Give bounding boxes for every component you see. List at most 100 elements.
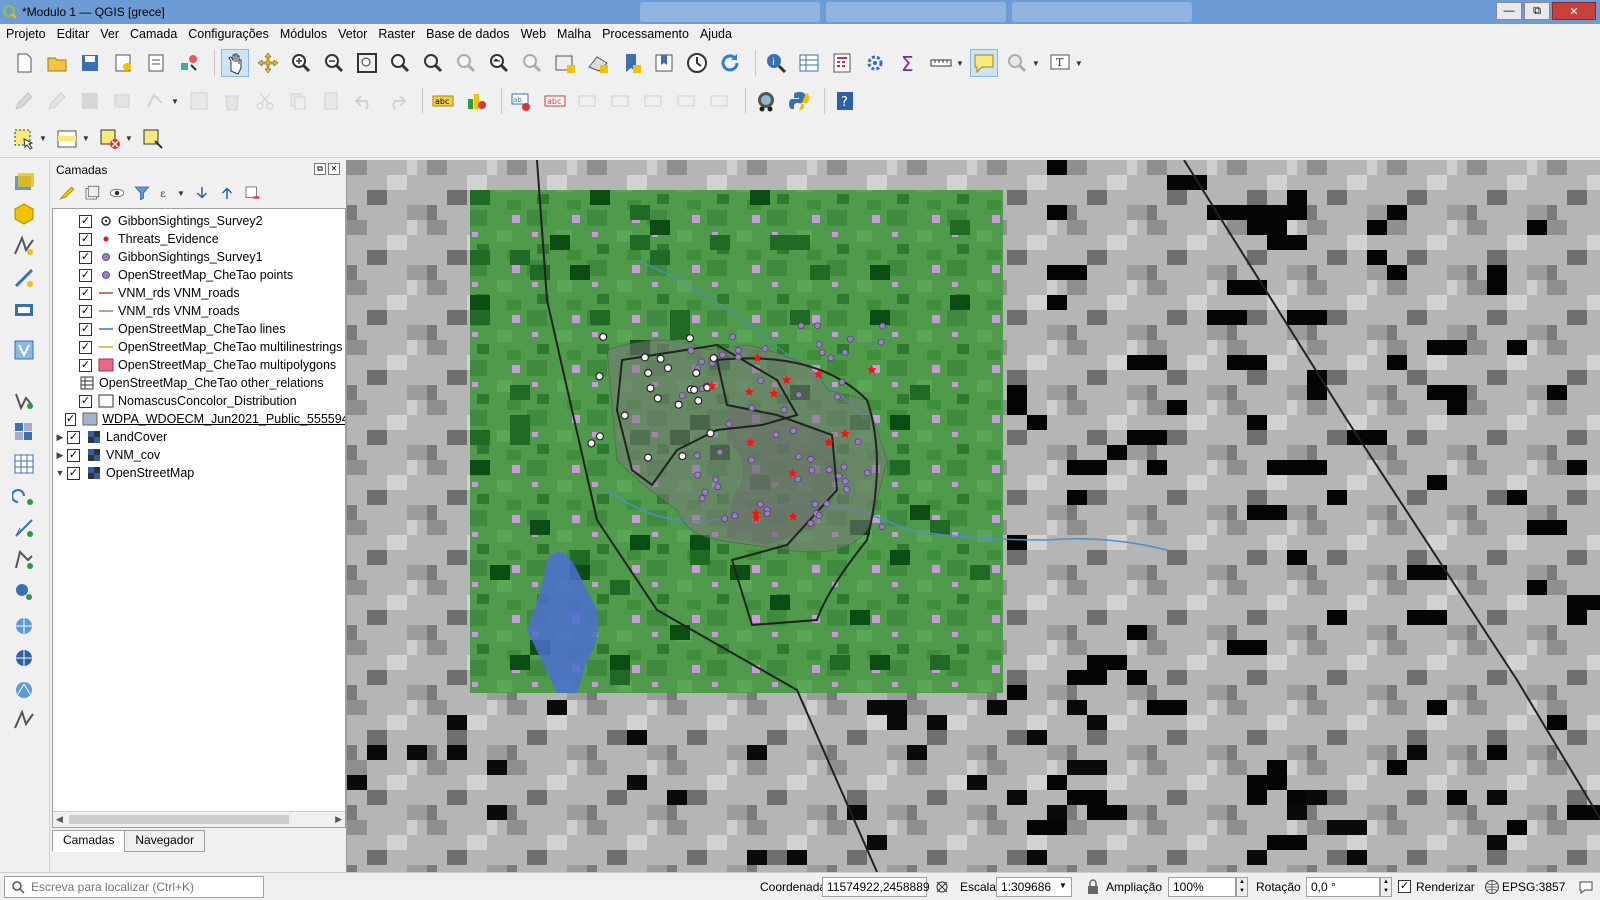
tab-camadas[interactable]: Camadas: [52, 830, 126, 852]
zoom-to-selection-icon[interactable]: [386, 49, 414, 77]
expand-all-icon[interactable]: [191, 182, 213, 204]
layer-row[interactable]: ▼ ✓ OpenStreetMap: [53, 464, 345, 482]
help-icon[interactable]: ?: [831, 87, 859, 115]
map-render[interactable]: [347, 160, 1600, 872]
layer-visibility-checkbox[interactable]: ✓: [67, 448, 80, 462]
filter-by-expression-icon[interactable]: ε: [156, 182, 178, 204]
scrollbar-thumb[interactable]: [69, 815, 289, 824]
zoom-in-icon[interactable]: [287, 49, 315, 77]
layer-row[interactable]: OpenStreetMap_CheTao other_relations: [53, 374, 345, 392]
new-3d-map-view-icon[interactable]: [584, 49, 612, 77]
annotation-dropdown-icon[interactable]: ▼: [1075, 59, 1083, 68]
zoom-next-icon[interactable]: [518, 49, 546, 77]
layer-visibility-checkbox[interactable]: ✓: [79, 214, 92, 228]
add-virtual-layer-icon[interactable]: [10, 336, 38, 364]
tab-navegador[interactable]: Navegador: [124, 830, 206, 852]
render-checkbox[interactable]: ✓: [1398, 880, 1411, 893]
toggle-editing-icon[interactable]: [43, 87, 71, 115]
magnifier-spinner[interactable]: ▲ ▼: [1236, 877, 1248, 897]
expand-arrow-icon[interactable]: ▶: [53, 450, 67, 461]
new-map-view-icon[interactable]: [551, 49, 579, 77]
zoom-native-icon[interactable]: [452, 49, 480, 77]
layer-visibility-checkbox[interactable]: ✓: [79, 358, 92, 372]
rotation-spinner[interactable]: ▲ ▼: [1380, 877, 1392, 897]
layer-visibility-checkbox[interactable]: ✓: [79, 268, 92, 282]
menu-ajuda[interactable]: Ajuda: [700, 27, 732, 41]
new-print-layout-icon[interactable]: [109, 49, 137, 77]
layer-row[interactable]: ✓ WDPA_WDOECM_Jun2021_Public_555594: [53, 410, 345, 428]
current-edits-icon[interactable]: [10, 87, 38, 115]
collapse-all-icon[interactable]: [216, 182, 238, 204]
plugin-globe-icon[interactable]: [752, 87, 780, 115]
layer-visibility-checkbox[interactable]: ✓: [79, 322, 92, 336]
filter-legend-icon[interactable]: [131, 182, 153, 204]
add-pointcloud-layer-icon[interactable]: [10, 514, 38, 542]
zoom-to-layer-icon[interactable]: [419, 49, 447, 77]
cut-features-icon[interactable]: [251, 87, 279, 115]
new-geopackage-icon[interactable]: [10, 200, 38, 228]
coordinate-field[interactable]: 11574922,2458889: [822, 877, 930, 897]
style-panel-icon[interactable]: [56, 182, 78, 204]
layer-row[interactable]: ✓ OpenStreetMap_CheTao points: [53, 266, 345, 284]
layout-manager-icon[interactable]: [142, 49, 170, 77]
open-field-calculator-icon[interactable]: [828, 49, 856, 77]
locator-search-input[interactable]: Escreva para localizar (Ctrl+K): [4, 876, 264, 898]
layer-visibility-checkbox[interactable]: ✓: [67, 466, 80, 480]
map-tips-icon[interactable]: [969, 49, 998, 77]
layer-labeling-icon[interactable]: abc: [429, 87, 457, 115]
move-label-icon[interactable]: [607, 87, 635, 115]
text-annotation-icon[interactable]: T: [1046, 49, 1074, 77]
identify-features-icon[interactable]: i: [762, 49, 790, 77]
new-bookmark-icon[interactable]: [617, 49, 645, 77]
layer-visibility-checkbox[interactable]: ✓: [79, 340, 92, 354]
add-postgis-layer-icon[interactable]: [10, 546, 38, 574]
layer-diagram-icon[interactable]: [462, 87, 490, 115]
lock-scale-icon[interactable]: [1086, 879, 1100, 895]
layer-row[interactable]: ✓ GibbonSightings_Survey1: [53, 248, 345, 266]
map-canvas[interactable]: [346, 160, 1600, 872]
add-wms-layer-icon[interactable]: [10, 386, 38, 414]
crs-label[interactable]: EPSG:3857: [1502, 880, 1565, 894]
copy-features-icon[interactable]: [284, 87, 312, 115]
add-vector-layer-icon[interactable]: [10, 232, 38, 260]
menu-modulos[interactable]: Módulos: [280, 27, 327, 41]
spatial-bookmark-search-icon[interactable]: [1003, 49, 1031, 77]
deselect-all-icon[interactable]: [96, 125, 124, 153]
change-label-icon[interactable]: [673, 87, 701, 115]
add-delimited-text-icon[interactable]: [10, 264, 38, 292]
layer-row[interactable]: ✓ VNM_rds VNM_roads: [53, 302, 345, 320]
expand-arrow-icon[interactable]: ▶: [53, 432, 67, 443]
pin-labels-icon[interactable]: ab: [508, 87, 536, 115]
layer-row[interactable]: ✓ OpenStreetMap_CheTao lines: [53, 320, 345, 338]
pan-map-icon[interactable]: [221, 49, 249, 77]
menu-camada[interactable]: Camada: [130, 27, 177, 41]
layer-row[interactable]: ✓ GibbonSightings_Survey2: [53, 212, 345, 230]
show-bookmarks-icon[interactable]: [650, 49, 678, 77]
label-properties-icon[interactable]: [706, 87, 734, 115]
menu-raster[interactable]: Raster: [378, 27, 415, 41]
add-vector-tile-icon[interactable]: [10, 676, 38, 704]
open-attribute-table-icon[interactable]: [795, 49, 823, 77]
add-arcgis-layer-icon[interactable]: [10, 644, 38, 672]
show-hide-labels-icon[interactable]: [574, 87, 602, 115]
vertex-tool-icon[interactable]: [142, 87, 170, 115]
remove-layer-icon[interactable]: [241, 182, 263, 204]
python-console-icon[interactable]: [785, 87, 813, 115]
vertex-dropdown-icon[interactable]: ▼: [171, 97, 179, 106]
rotate-label-icon[interactable]: [640, 87, 668, 115]
refresh-icon[interactable]: [716, 49, 744, 77]
zoom-out-icon[interactable]: [320, 49, 348, 77]
menu-web[interactable]: Web: [521, 27, 546, 41]
restore-button[interactable]: ⧉: [1524, 2, 1550, 20]
data-source-manager-icon[interactable]: [10, 168, 38, 196]
measure-line-icon[interactable]: [927, 49, 955, 77]
undo-icon[interactable]: [350, 87, 378, 115]
menu-ver[interactable]: Ver: [100, 27, 119, 41]
rotation-field[interactable]: 0,0 °: [1306, 877, 1380, 897]
close-button[interactable]: ✕: [1552, 2, 1596, 20]
layer-visibility-checkbox[interactable]: ✓: [65, 412, 77, 426]
menu-processamento[interactable]: Processamento: [602, 27, 689, 41]
menu-malha[interactable]: Malha: [557, 27, 591, 41]
layer-row[interactable]: ✓ VNM_rds VNM_roads: [53, 284, 345, 302]
scroll-left-icon[interactable]: ◀: [56, 814, 63, 825]
